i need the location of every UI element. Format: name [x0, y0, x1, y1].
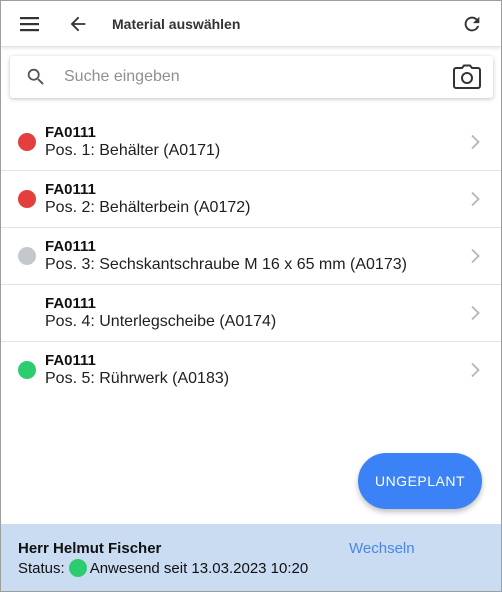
chevron-right-icon — [471, 362, 480, 378]
item-subtitle: Pos. 1: Behälter (A0171) — [45, 142, 221, 159]
search-icon — [25, 66, 47, 93]
chevron-right-icon — [471, 134, 480, 150]
arrow-left-icon — [70, 16, 86, 32]
search-input[interactable] — [64, 56, 434, 98]
camera-button[interactable] — [451, 61, 483, 93]
material-list: FA0111 Pos. 1: Behälter (A0171) FA0111 P… — [1, 114, 501, 399]
item-subtitle: Pos. 4: Unterlegscheibe (A0174) — [45, 313, 277, 330]
chevron-right-icon — [471, 248, 480, 264]
item-subtitle: Pos. 2: Behälterbein (A0172) — [45, 199, 251, 216]
item-title: FA0111 — [45, 124, 96, 141]
app-window: Material auswählen FA0111 Pos. 1: Behält… — [0, 0, 502, 592]
status-label: Status: — [18, 559, 65, 577]
item-title: FA0111 — [45, 181, 96, 198]
page-title: Material auswählen — [112, 16, 241, 32]
menu-icon — [20, 17, 39, 32]
top-app-bar: Material auswählen — [1, 1, 501, 47]
back-button[interactable] — [62, 8, 94, 40]
list-item[interactable]: FA0111 Pos. 4: Unterlegscheibe (A0174) — [1, 285, 501, 342]
chevron-right-icon — [471, 305, 480, 321]
item-title: FA0111 — [45, 238, 96, 255]
item-title: FA0111 — [45, 352, 96, 369]
menu-button[interactable] — [14, 8, 46, 40]
item-subtitle: Pos. 3: Sechskantschraube M 16 x 65 mm (… — [45, 256, 407, 273]
unplanned-button[interactable]: UNGEPLANT — [358, 453, 482, 509]
list-item[interactable]: FA0111 Pos. 2: Behälterbein (A0172) — [1, 171, 501, 228]
list-item[interactable]: FA0111 Pos. 1: Behälter (A0171) — [1, 114, 501, 171]
status-text: Anwesend seit 13.03.2023 10:20 — [89, 559, 309, 577]
refresh-icon — [464, 16, 480, 32]
user-name: Herr Helmut Fischer — [18, 540, 162, 557]
list-item[interactable]: FA0111 Pos. 3: Sechskantschraube M 16 x … — [1, 228, 501, 285]
switch-user-link[interactable]: Wechseln — [349, 540, 415, 557]
chevron-right-icon — [471, 191, 480, 207]
presence-dot — [68, 559, 87, 577]
item-title: FA0111 — [45, 295, 96, 312]
status-dot — [18, 190, 36, 208]
list-item[interactable]: FA0111 Pos. 5: Rührwerk (A0183) — [1, 342, 501, 399]
refresh-button[interactable] — [456, 8, 488, 40]
camera-icon — [453, 64, 481, 89]
status-dot — [18, 361, 36, 379]
status-dot — [18, 133, 36, 151]
status-dot — [18, 247, 36, 265]
user-status-footer: Herr Helmut Fischer Status: Anwesend sei… — [1, 524, 501, 591]
status-line: Status: Anwesend seit 13.03.2023 10:20 — [18, 559, 308, 577]
item-subtitle: Pos. 5: Rührwerk (A0183) — [45, 370, 230, 387]
search-bar — [10, 56, 493, 98]
